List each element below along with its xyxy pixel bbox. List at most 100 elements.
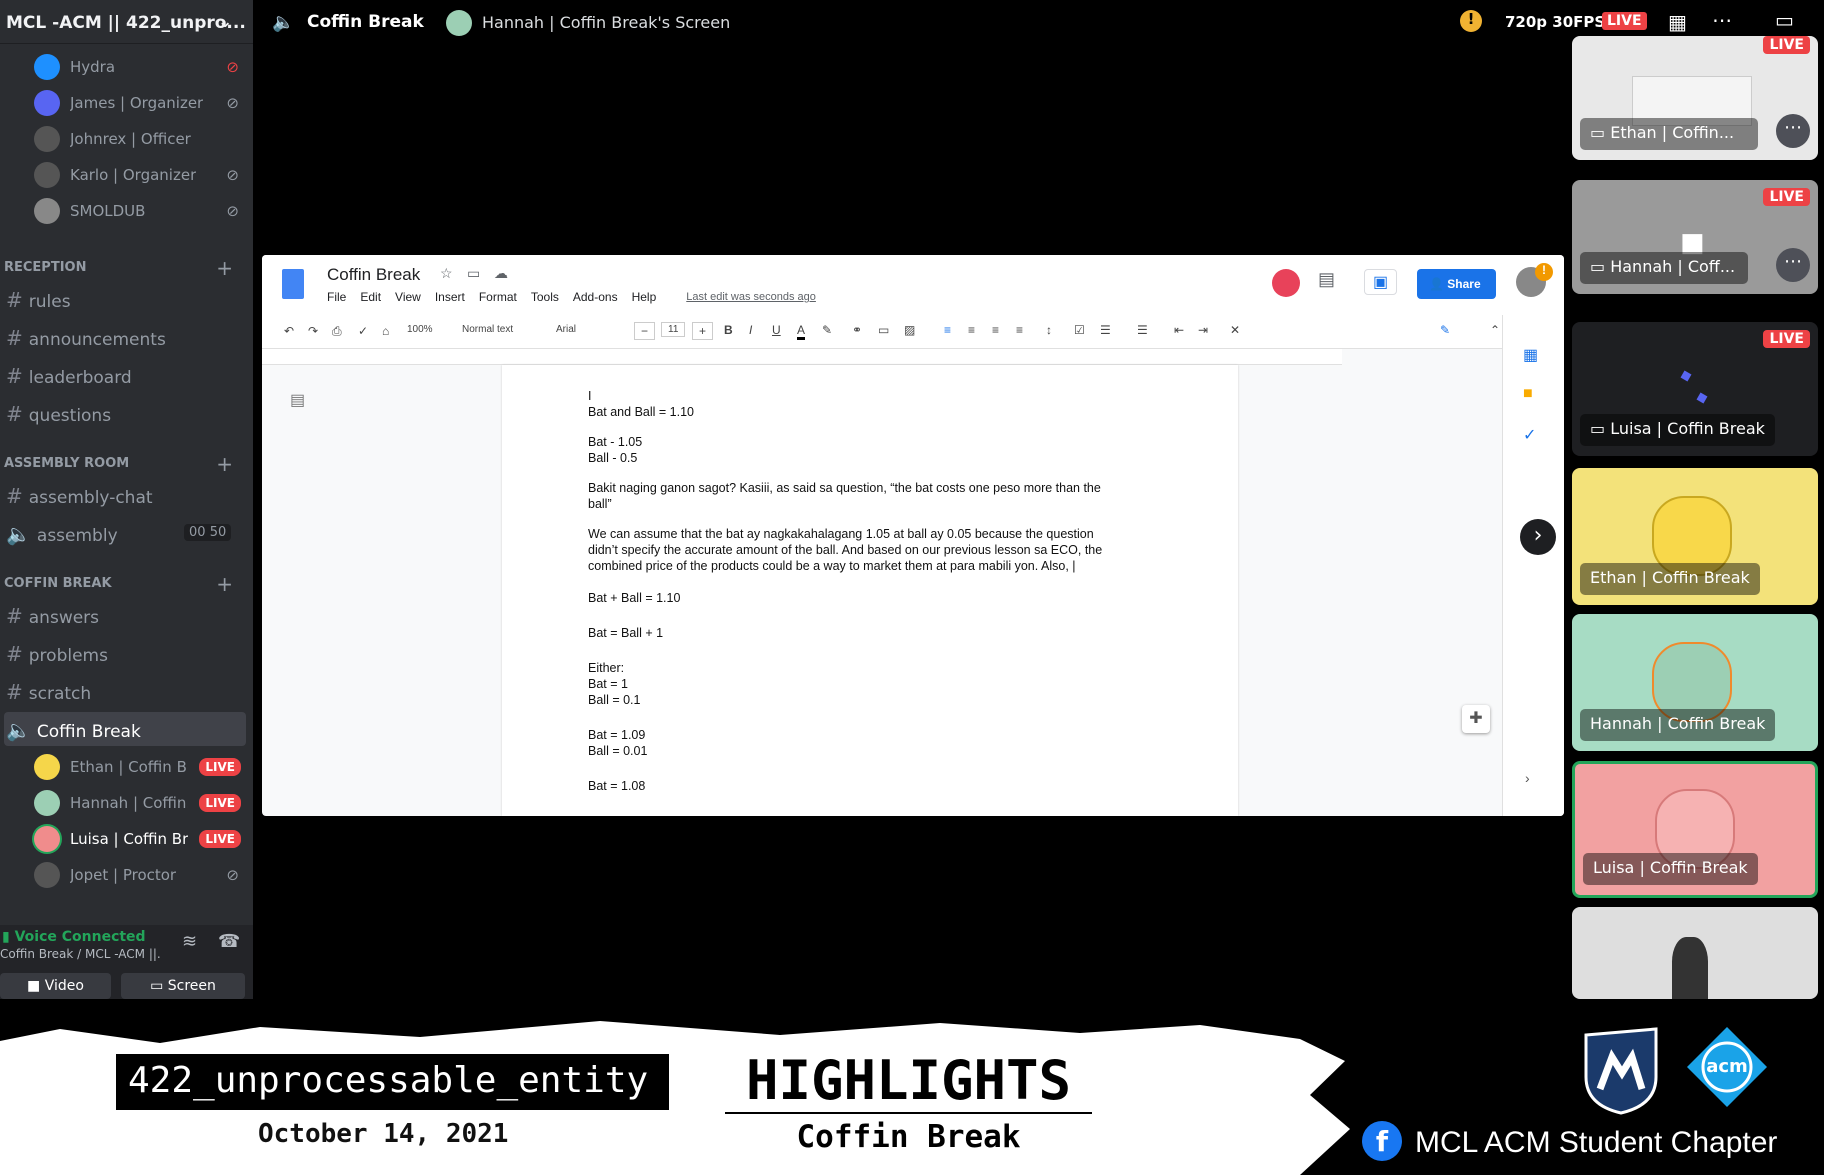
menu-insert[interactable]: Insert <box>435 290 465 304</box>
align-right-icon[interactable]: ≡ <box>992 323 999 337</box>
more-icon[interactable]: ⋯ <box>1712 8 1732 32</box>
voice-user[interactable]: James | Organizer ⊘ <box>34 88 249 118</box>
highlight-icon[interactable]: ✎ <box>822 323 832 337</box>
participant-tile[interactable]: LIVE ■ ▭ Hannah | Coff... ⋯ <box>1572 180 1818 294</box>
grid-view-icon[interactable]: ▦ <box>1668 10 1687 34</box>
participant-tile[interactable]: Ethan | Coffin Break <box>1572 468 1818 605</box>
numbered-list-icon[interactable]: ☰ <box>1137 323 1148 337</box>
menu-help[interactable]: Help <box>632 290 657 304</box>
zoom-select[interactable]: 100% <box>407 324 433 335</box>
last-edit-link[interactable]: Last edit was seconds ago <box>686 290 816 304</box>
screen-button[interactable]: ▭ Screen <box>121 973 245 999</box>
voice-status[interactable]: ▮ Voice Connected <box>2 929 146 945</box>
voice-user[interactable]: Jopet | Proctor ⊘ <box>34 860 249 890</box>
warning-icon[interactable]: ! <box>1460 10 1482 32</box>
chevron-right-icon[interactable]: › <box>1520 519 1556 555</box>
image-icon[interactable]: ▨ <box>904 323 915 337</box>
plus-icon[interactable]: + <box>216 572 233 596</box>
style-select[interactable]: Normal text <box>462 324 513 335</box>
edit-mode-icon[interactable]: ✎ <box>1440 323 1450 337</box>
participant-tile[interactable]: Hannah | Coffin Break <box>1572 614 1818 751</box>
outline-icon[interactable]: ▤ <box>290 390 305 410</box>
justify-icon[interactable]: ≡ <box>1016 323 1023 337</box>
underline-icon[interactable]: U <box>772 323 781 337</box>
plus-icon[interactable]: + <box>216 452 233 476</box>
channel-assembly-chat[interactable]: # assembly-chat <box>4 478 246 512</box>
folder-icon[interactable]: ▭ <box>467 265 480 282</box>
voice-user[interactable]: SMOLDUB ⊘ <box>34 196 249 226</box>
menu-addons[interactable]: Add-ons <box>573 290 618 304</box>
comment-icon[interactable]: ▤ <box>1318 269 1335 290</box>
collapse-icon[interactable]: ⌃ <box>1490 323 1500 337</box>
ruler[interactable] <box>262 349 1342 365</box>
channel-problems[interactable]: # problems <box>4 636 246 670</box>
link-icon[interactable]: ⚭ <box>852 323 862 337</box>
meet-icon[interactable] <box>1272 269 1300 297</box>
channel-questions[interactable]: # questions <box>4 396 246 430</box>
menu-tools[interactable]: Tools <box>531 290 559 304</box>
bold-icon[interactable]: B <box>724 323 733 337</box>
menu-format[interactable]: Format <box>479 290 517 304</box>
noise-suppression-icon[interactable]: ≋ <box>182 931 197 952</box>
doc-title[interactable]: Coffin Break <box>327 265 420 285</box>
voice-user[interactable]: Hydra ⊘ <box>34 52 249 82</box>
channel-assembly-voice[interactable]: 🔈 assembly 00 50 <box>4 516 246 550</box>
channel-announcements[interactable]: # announcements <box>4 320 246 354</box>
present-icon[interactable]: ▣ <box>1364 269 1398 295</box>
voice-user[interactable]: Johnrex | Officer <box>34 124 249 154</box>
disconnect-icon[interactable]: ☎ <box>218 931 240 952</box>
font-size-input[interactable]: 11 <box>661 322 686 337</box>
explore-icon[interactable]: ✚ <box>1462 705 1490 733</box>
star-icon[interactable]: ☆ <box>440 265 453 282</box>
plus-icon[interactable]: + <box>216 256 233 280</box>
voice-user[interactable]: Luisa | Coffin Br...LIVE <box>34 824 249 854</box>
channel-leaderboard[interactable]: # leaderboard <box>4 358 246 392</box>
paint-format-icon[interactable]: ⌂ <box>382 324 389 338</box>
calendar-icon[interactable]: ▦ <box>1523 345 1538 365</box>
indent-decrease-icon[interactable]: ⇤ <box>1174 323 1184 337</box>
align-center-icon[interactable]: ≡ <box>968 323 975 337</box>
participant-tile[interactable] <box>1572 907 1818 999</box>
text-color-icon[interactable]: A <box>797 323 806 340</box>
category-assembly[interactable]: ASSEMBLY ROOM + <box>4 452 249 476</box>
docs-logo-icon[interactable] <box>282 269 304 299</box>
video-button[interactable]: ■ Video <box>0 973 111 999</box>
tasks-icon[interactable]: ✓ <box>1523 425 1536 445</box>
cloud-icon[interactable]: ☁ <box>494 265 508 282</box>
category-reception[interactable]: RECEPTION + <box>4 256 249 280</box>
popout-icon[interactable]: ▭ <box>1775 8 1794 32</box>
more-options-button[interactable]: ⋯ <box>1776 114 1810 148</box>
font-size-minus[interactable]: − <box>634 322 656 340</box>
expand-panel-icon[interactable]: › <box>1525 770 1530 786</box>
font-select[interactable]: Arial <box>556 324 576 335</box>
participant-tile[interactable]: Luisa | Coffin Break <box>1572 761 1818 898</box>
spellcheck-icon[interactable]: ✓ <box>358 324 368 338</box>
participant-tile[interactable]: LIVE ▭ Luisa | Coffin Break <box>1572 322 1818 456</box>
print-icon[interactable]: ⎙ <box>332 324 342 339</box>
checklist-icon[interactable]: ☑ <box>1074 323 1085 337</box>
voice-user[interactable]: Ethan | Coffin B...LIVE <box>34 752 249 782</box>
channel-answers[interactable]: # answers <box>4 598 246 632</box>
undo-icon[interactable]: ↶ <box>284 324 294 338</box>
font-size-plus[interactable]: + <box>692 322 714 340</box>
line-spacing-icon[interactable]: ↕ <box>1046 323 1052 337</box>
menu-edit[interactable]: Edit <box>360 290 381 304</box>
share-button[interactable]: 👤 Share <box>1417 269 1496 299</box>
menu-view[interactable]: View <box>395 290 421 304</box>
voice-user[interactable]: Karlo | Organizer ⊘ <box>34 160 249 190</box>
channel-coffin-break-voice[interactable]: 🔈 Coffin Break <box>4 712 246 746</box>
more-options-button[interactable]: ⋯ <box>1776 248 1810 282</box>
clear-format-icon[interactable]: ✕ <box>1230 323 1240 337</box>
indent-increase-icon[interactable]: ⇥ <box>1198 323 1208 337</box>
participant-tile[interactable]: LIVE ▭ Ethan | Coffin... ⋯ <box>1572 36 1818 160</box>
voice-user[interactable]: Hannah | Coffin... LIVE <box>34 788 249 818</box>
align-left-icon[interactable]: ≡ <box>944 323 951 337</box>
keep-icon[interactable]: ■ <box>1523 385 1533 403</box>
redo-icon[interactable]: ↷ <box>308 324 318 338</box>
category-coffin-break[interactable]: COFFIN BREAK + <box>4 572 249 596</box>
italic-icon[interactable]: I <box>749 323 752 337</box>
channel-scratch[interactable]: # scratch <box>4 674 246 708</box>
channel-rules[interactable]: # rules <box>4 282 246 316</box>
comment-add-icon[interactable]: ▭ <box>878 323 889 337</box>
bullet-list-icon[interactable]: ☰ <box>1100 323 1111 337</box>
